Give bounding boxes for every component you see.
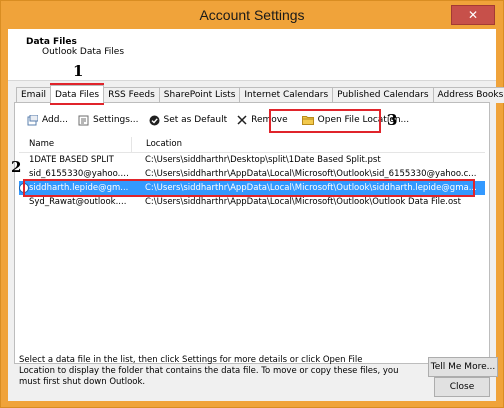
file-location-cell: C:\Users\siddharthr\Desktop\split\1Date … xyxy=(145,155,381,165)
list-header: Name Location xyxy=(19,137,485,153)
file-name-cell: 1DATE BASED SPLIT xyxy=(29,155,114,165)
help-text: Select a data file in the list, then cli… xyxy=(19,355,399,387)
tab-rss-feeds[interactable]: RSS Feeds xyxy=(103,87,160,103)
table-row[interactable]: 1DATE BASED SPLIT C:\Users\siddharthr\De… xyxy=(19,153,485,167)
set-as-default-button[interactable]: Set as Default xyxy=(145,112,232,128)
window-close-button[interactable]: ✕ xyxy=(451,5,495,25)
add-icon xyxy=(27,114,38,125)
column-header-name[interactable]: Name xyxy=(19,137,131,152)
header-title: Data Files xyxy=(26,37,77,47)
dialog-client-area: Data Files Outlook Data Files Email Data… xyxy=(8,29,504,401)
file-name-cell: Syd_Rawat@outlook.... xyxy=(29,197,127,207)
tab-published-calendars[interactable]: Published Calendars xyxy=(332,87,434,103)
annotation-step-3: 3 xyxy=(387,111,398,129)
settings-icon xyxy=(78,115,89,125)
annotation-step-2: 2 xyxy=(11,158,22,176)
add-label: Add... xyxy=(42,115,69,125)
tab-address-books[interactable]: Address Books xyxy=(432,87,504,103)
close-button[interactable]: Close xyxy=(434,377,490,397)
annotation-step-1: 1 xyxy=(73,62,84,80)
title-bar: Account Settings ✕ xyxy=(1,1,503,29)
data-files-list: Name Location 1DATE BASED SPLIT C:\Users… xyxy=(19,137,485,277)
checkmark-circle-icon xyxy=(149,115,160,125)
settings-button[interactable]: Settings... xyxy=(74,112,143,128)
tab-data-files[interactable]: Data Files xyxy=(49,85,105,103)
tab-internet-calendars[interactable]: Internet Calendars xyxy=(239,87,334,103)
account-settings-window: Account Settings ✕ Data Files Outlook Da… xyxy=(0,0,504,408)
file-location-cell: C:\Users\siddharthr\AppData\Local\Micros… xyxy=(145,197,461,207)
window-title: Account Settings xyxy=(199,7,305,23)
set-as-default-label: Set as Default xyxy=(163,115,228,125)
annotation-box-open-file-location xyxy=(269,109,381,133)
settings-label: Settings... xyxy=(93,115,139,125)
tab-email[interactable]: Email xyxy=(16,87,51,103)
tab-sharepoint-lists[interactable]: SharePoint Lists xyxy=(158,87,241,103)
remove-x-icon xyxy=(237,115,247,125)
data-files-panel: Add... Settings... Set as Default Remove… xyxy=(14,102,498,387)
header-subtitle: Outlook Data Files xyxy=(42,47,125,57)
annotation-box-selected-row xyxy=(23,179,475,197)
column-header-location[interactable]: Location xyxy=(131,137,485,152)
add-button[interactable]: Add... xyxy=(23,112,72,128)
settings-tabs: Email Data Files RSS Feeds SharePoint Li… xyxy=(16,85,504,103)
table-row[interactable]: Syd_Rawat@outlook.... C:\Users\siddharth… xyxy=(19,195,485,209)
tell-me-more-button[interactable]: Tell Me More... xyxy=(428,357,498,377)
